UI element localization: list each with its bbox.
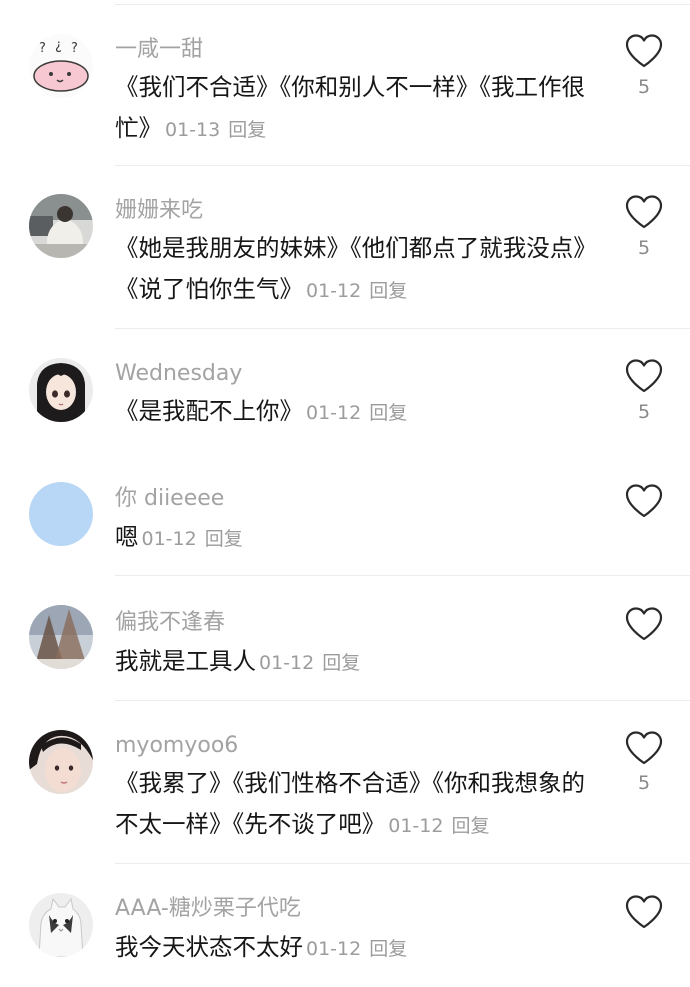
- avatar[interactable]: [29, 482, 93, 546]
- comment-content: 《我累了》《我们性格不合适》《你和我想象的不太一样》《先不谈了吧》: [115, 769, 585, 838]
- heart-icon: [625, 484, 663, 518]
- cartoon-avatar-icon: ? ¿ ?: [29, 34, 93, 98]
- like-count: 5: [637, 772, 651, 794]
- comment-date: 01-12: [306, 938, 362, 960]
- username[interactable]: AAA-糖炒栗子代吃: [115, 895, 301, 923]
- comment-item: 偏我不逢春 我就是工具人 01-12 回复: [0, 576, 690, 701]
- username[interactable]: Wednesday: [115, 360, 242, 388]
- reply-button[interactable]: 回复: [228, 119, 266, 141]
- cat-avatar-icon: [29, 893, 93, 957]
- reply-button[interactable]: 回复: [369, 280, 407, 302]
- tree-photo-avatar-icon: [29, 605, 93, 669]
- comment-item: ? ¿ ? 一咸一甜 《我们不合适》《你和别人不一样》《我工作很忙》 01-13 回…: [0, 5, 690, 166]
- comment-item: myomyoo6 《我累了》《我们性格不合适》《你和我想象的不太一样》《先不谈了…: [0, 701, 690, 864]
- reply-button[interactable]: 回复: [451, 815, 489, 837]
- username[interactable]: 一咸一甜: [115, 36, 203, 64]
- svg-text:?: ?: [39, 41, 46, 56]
- comment-text: 我就是工具人 01-12 回复: [115, 641, 585, 684]
- heart-icon: [625, 607, 663, 641]
- avatar[interactable]: [29, 194, 93, 258]
- like-button[interactable]: [624, 33, 664, 69]
- reply-button[interactable]: 回复: [205, 528, 243, 550]
- username[interactable]: 姗姗来吃: [115, 197, 203, 225]
- comment-text: 《我们不合适》《你和别人不一样》《我工作很忙》 01-13 回复: [115, 67, 585, 151]
- anime-girl-avatar-icon: [29, 358, 93, 422]
- comment-date: 01-13: [165, 119, 221, 141]
- svg-text:?: ?: [71, 41, 78, 56]
- comment-date: 01-12: [306, 280, 362, 302]
- comment-item: 姗姗来吃 《她是我朋友的妹妹》《他们都点了就我没点》《说了怕你生气》 01-12 回…: [0, 166, 690, 329]
- like-count: 5: [637, 237, 651, 259]
- like-button[interactable]: [624, 894, 664, 930]
- comment-text: 《她是我朋友的妹妹》《他们都点了就我没点》《说了怕你生气》 01-12 回复: [115, 228, 585, 312]
- comment-date: 01-12: [141, 528, 197, 550]
- username[interactable]: myomyoo6: [115, 732, 238, 760]
- comment-text: 嗯 01-12 回复: [115, 517, 585, 560]
- avatar[interactable]: [29, 893, 93, 957]
- username[interactable]: 偏我不逢春: [115, 609, 225, 637]
- comment-date: 01-12: [259, 652, 315, 674]
- comment-text: 《是我配不上你》 01-12 回复: [115, 391, 585, 434]
- heart-icon: [625, 34, 663, 68]
- comment-content: 《是我配不上你》: [115, 397, 303, 425]
- girl-photo-avatar-icon: [29, 730, 93, 794]
- comment-date: 01-12: [388, 815, 444, 837]
- like-button[interactable]: [624, 483, 664, 519]
- comment-content: 我今天状态不太好: [115, 933, 303, 961]
- comment-text: 《我累了》《我们性格不合适》《你和我想象的不太一样》《先不谈了吧》 01-12 回复: [115, 763, 585, 847]
- comment-content: 我就是工具人: [115, 647, 256, 675]
- like-button[interactable]: [624, 358, 664, 394]
- username[interactable]: 你 diieeee: [115, 485, 224, 513]
- like-button[interactable]: [624, 194, 664, 230]
- like-button[interactable]: [624, 606, 664, 642]
- reply-button[interactable]: 回复: [322, 652, 360, 674]
- comment-item: Wednesday 《是我配不上你》 01-12 回复 5: [0, 329, 690, 451]
- comment-date: 01-12: [306, 402, 362, 424]
- comment-content: 嗯: [115, 523, 139, 551]
- avatar[interactable]: [29, 730, 93, 794]
- avatar[interactable]: [29, 605, 93, 669]
- svg-text:¿: ¿: [55, 38, 62, 53]
- reply-button[interactable]: 回复: [369, 938, 407, 960]
- comment-item: 你 diieeee 嗯 01-12 回复: [0, 451, 690, 576]
- comment-item: AAA-糖炒栗子代吃 我今天状态不太好 01-12 回复: [0, 864, 690, 987]
- reply-button[interactable]: 回复: [369, 402, 407, 424]
- like-count: 5: [637, 76, 651, 98]
- comment-list: ? ¿ ? 一咸一甜 《我们不合适》《你和别人不一样》《我工作很忙》 01-13 回…: [0, 0, 690, 987]
- avatar[interactable]: ? ¿ ?: [29, 34, 93, 98]
- heart-icon: [625, 195, 663, 229]
- heart-icon: [625, 895, 663, 929]
- heart-icon: [625, 359, 663, 393]
- photo-avatar-icon: [29, 194, 93, 258]
- blue-circle-avatar-icon: [29, 482, 93, 546]
- heart-icon: [625, 731, 663, 765]
- avatar[interactable]: [29, 358, 93, 422]
- like-button[interactable]: [624, 730, 664, 766]
- comment-text: 我今天状态不太好 01-12 回复: [115, 927, 585, 970]
- like-count: 5: [637, 401, 651, 423]
